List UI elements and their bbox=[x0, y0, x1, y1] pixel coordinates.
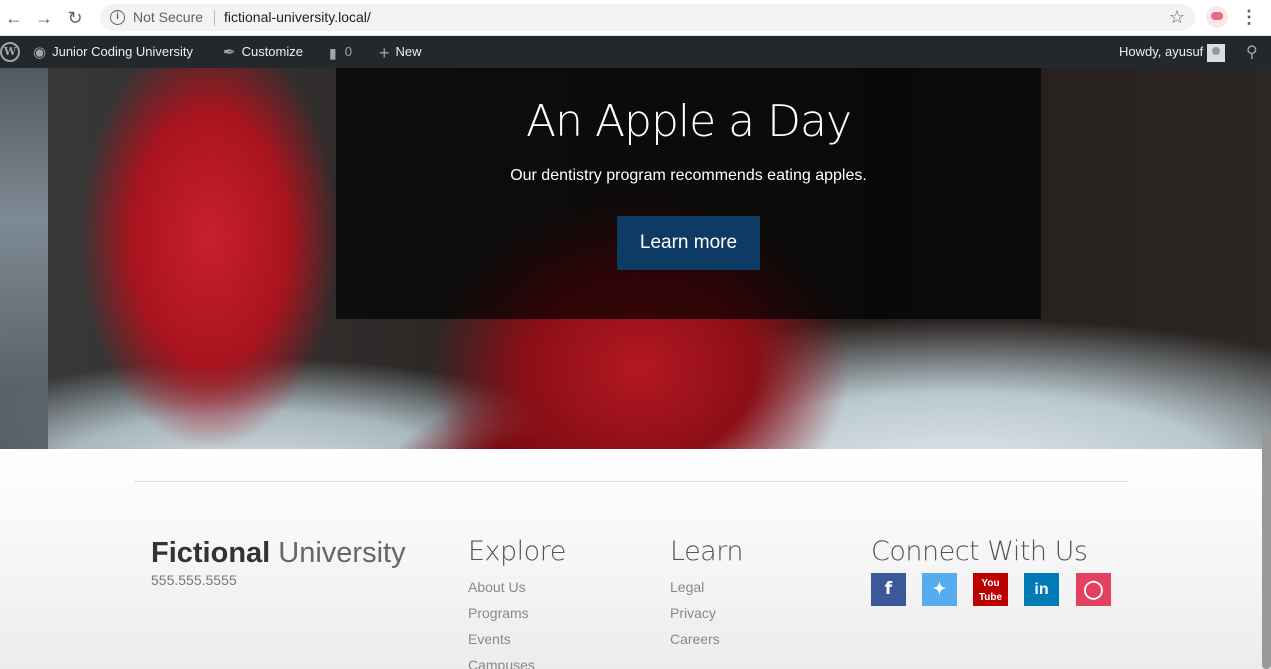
twitter-icon[interactable]: ✦ bbox=[922, 573, 957, 606]
comment-icon: ▮ bbox=[329, 44, 337, 61]
hero-banner: An Apple a Day Our dentistry program rec… bbox=[0, 68, 1271, 449]
linkedin-icon[interactable]: in bbox=[1024, 573, 1059, 606]
customize-label: Customize bbox=[241, 44, 303, 59]
chrome-menu-icon[interactable]: ⋮ bbox=[1240, 6, 1258, 30]
explore-heading: Explore bbox=[468, 536, 566, 567]
hero-subtitle: Our dentistry program recommends eating … bbox=[510, 167, 867, 184]
avatar bbox=[1207, 43, 1226, 62]
scrollbar[interactable] bbox=[1262, 430, 1271, 669]
admin-bar-account[interactable]: Howdy, ayusuf bbox=[1119, 36, 1226, 68]
admin-bar-comments[interactable]: ▮ 0 bbox=[329, 36, 352, 68]
security-label: Not Secure bbox=[133, 9, 204, 25]
footer-link-about[interactable]: About Us bbox=[468, 579, 526, 595]
learn-more-button[interactable]: Learn more bbox=[617, 216, 760, 270]
wordpress-logo-icon[interactable]: W bbox=[0, 42, 20, 62]
footer-phone[interactable]: 555.555.5555 bbox=[151, 572, 237, 588]
brand-bold: Fictional bbox=[151, 537, 271, 569]
brand-light: University bbox=[270, 537, 406, 569]
divider bbox=[214, 10, 215, 26]
footer-divider bbox=[135, 481, 1127, 482]
hero-title: An Apple a Day bbox=[525, 96, 852, 147]
browser-toolbar: ← → ↻ i Not Secure fictional-university.… bbox=[0, 0, 1271, 36]
reload-icon[interactable]: ↻ bbox=[63, 6, 87, 30]
footer-link-campuses[interactable]: Campuses bbox=[468, 657, 535, 669]
wp-admin-bar: W ◉ Junior Coding University ✒ Customize ▮… bbox=[0, 36, 1271, 68]
youtube-icon[interactable]: You Tube bbox=[973, 573, 1008, 606]
search-icon: ⚲ bbox=[1246, 43, 1258, 61]
footer-link-programs[interactable]: Programs bbox=[468, 605, 529, 621]
site-footer: Fictional University 555.555.5555 Explor… bbox=[0, 449, 1271, 669]
footer-brand[interactable]: Fictional University bbox=[151, 537, 406, 570]
dashboard-icon: ◉ bbox=[33, 43, 47, 61]
hero-image-edge bbox=[0, 68, 48, 449]
admin-bar-customize[interactable]: ✒ Customize bbox=[223, 36, 303, 68]
info-icon[interactable]: i bbox=[110, 10, 125, 25]
site-name: Junior Coding University bbox=[52, 44, 193, 59]
facebook-icon[interactable]: f bbox=[871, 573, 906, 606]
back-icon[interactable]: ← bbox=[2, 6, 26, 30]
admin-bar-site[interactable]: ◉ Junior Coding University bbox=[33, 36, 193, 68]
brush-icon: ✒ bbox=[223, 43, 236, 61]
admin-bar-new[interactable]: + New bbox=[379, 36, 422, 68]
connect-heading: Connect With Us bbox=[871, 536, 1088, 567]
instagram-icon[interactable]: ◯ bbox=[1076, 573, 1111, 606]
footer-link-legal[interactable]: Legal bbox=[670, 579, 704, 595]
plus-icon: + bbox=[379, 42, 390, 63]
url-text[interactable]: fictional-university.local/ bbox=[224, 9, 371, 25]
forward-icon[interactable]: → bbox=[32, 6, 56, 30]
footer-link-events[interactable]: Events bbox=[468, 631, 511, 647]
comments-count: 0 bbox=[344, 44, 352, 59]
greeting: Howdy, ayusuf bbox=[1119, 44, 1204, 59]
extension-icon[interactable] bbox=[1206, 6, 1228, 28]
address-bar[interactable]: i Not Secure fictional-university.local/… bbox=[100, 4, 1195, 31]
admin-bar-search[interactable]: ⚲ bbox=[1246, 36, 1258, 68]
bookmark-star-icon[interactable]: ☆ bbox=[1169, 7, 1185, 28]
footer-link-careers[interactable]: Careers bbox=[670, 631, 720, 647]
learn-heading: Learn bbox=[670, 536, 743, 567]
footer-link-privacy[interactable]: Privacy bbox=[670, 605, 716, 621]
new-label: New bbox=[395, 44, 422, 59]
